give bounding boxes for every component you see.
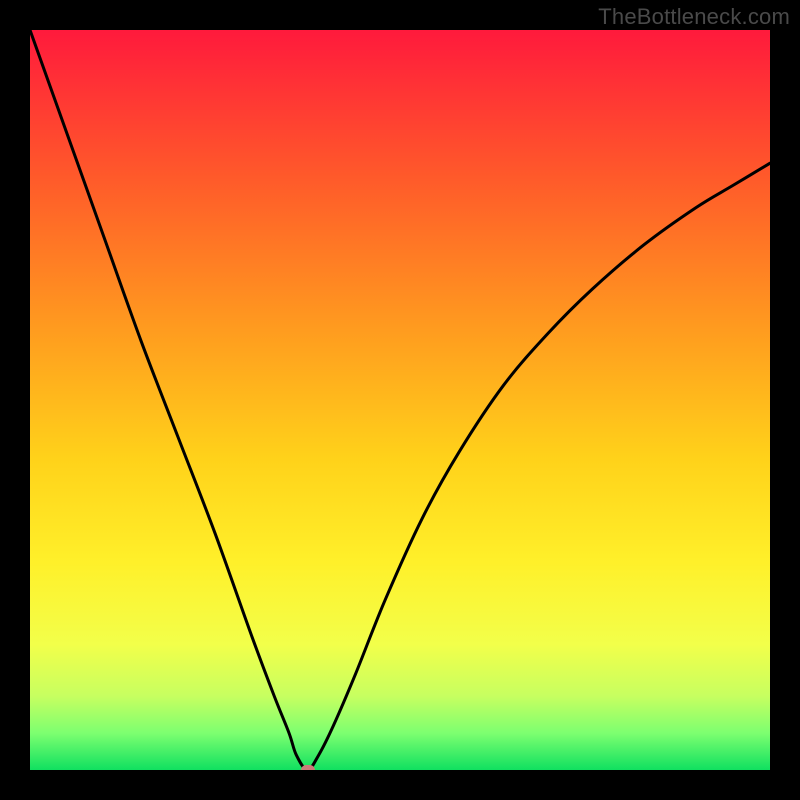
bottleneck-curve [30, 30, 770, 770]
chart-frame: TheBottleneck.com [0, 0, 800, 800]
optimal-point-marker [301, 765, 315, 770]
watermark-text: TheBottleneck.com [598, 4, 790, 30]
plot-area [30, 30, 770, 770]
